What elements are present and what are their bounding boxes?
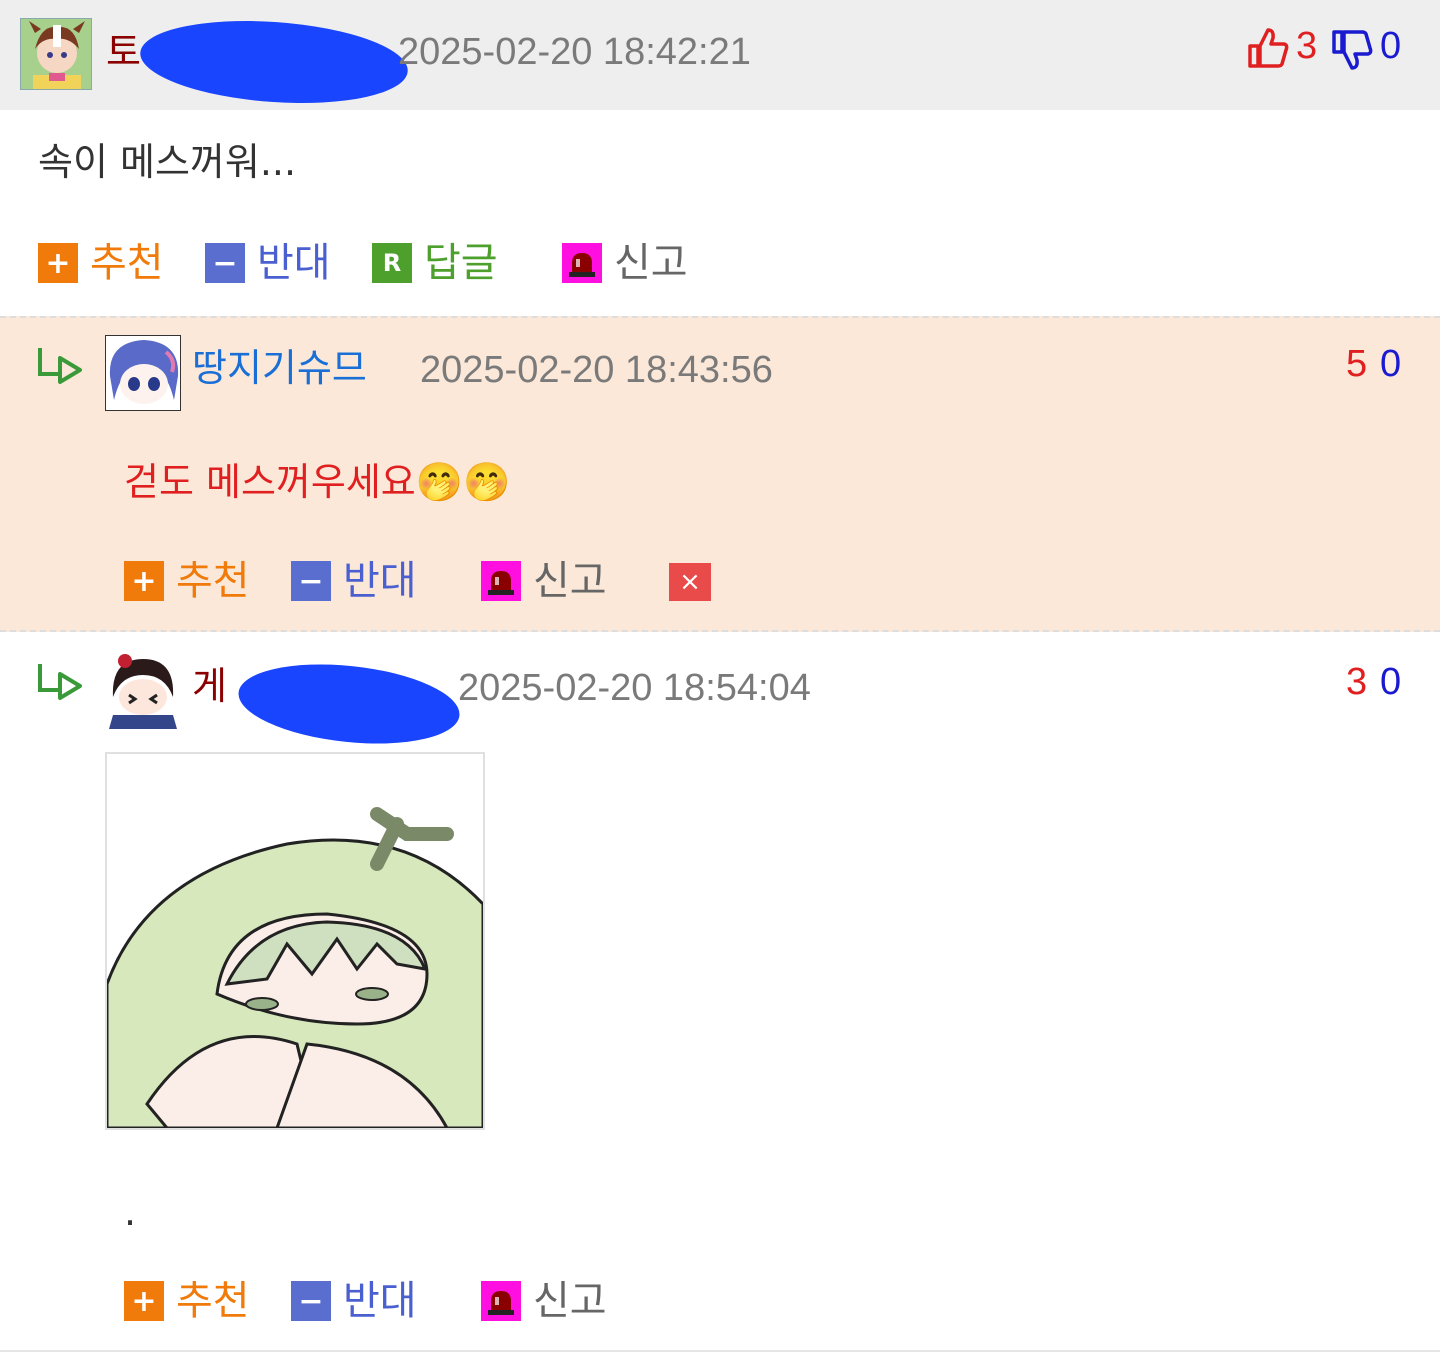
reply-arrow-icon: [36, 344, 86, 394]
minus-icon: −: [205, 243, 245, 283]
report-label: 신고: [533, 1278, 607, 1324]
recommend-label: 추천: [90, 240, 164, 286]
comment-timestamp: 2025-02-20 18:54:04: [458, 667, 811, 709]
thumbs-down-icon[interactable]: [1330, 28, 1374, 72]
report-label: 신고: [614, 240, 688, 286]
minus-icon: −: [291, 1281, 331, 1321]
minus-icon: −: [291, 561, 331, 601]
recommend-button[interactable]: + 추천: [124, 1276, 250, 1326]
oppose-button[interactable]: − 반대: [205, 238, 331, 288]
comment-text: .: [124, 1190, 137, 1234]
oppose-button[interactable]: − 반대: [291, 556, 417, 606]
upvote-count: 5: [1346, 343, 1368, 385]
comment-timestamp: 2025-02-20 18:43:56: [420, 349, 773, 391]
divider: [0, 1350, 1440, 1352]
plus-icon: +: [38, 243, 78, 283]
avatar-image: [105, 653, 181, 729]
oppose-label: 반대: [343, 558, 417, 604]
oppose-button[interactable]: − 반대: [291, 1276, 417, 1326]
report-label: 신고: [533, 558, 607, 604]
delete-button[interactable]: ×: [669, 563, 711, 601]
comment-text: 걷도 메스꺼우세요🤭🤭: [124, 460, 511, 504]
avatar-image: [21, 19, 91, 89]
siren-icon: [562, 243, 602, 283]
user-avatar[interactable]: [105, 653, 181, 729]
user-avatar[interactable]: [20, 18, 92, 90]
sticker-image: [105, 752, 485, 1130]
downvote-count: 0: [1380, 343, 1402, 385]
plus-icon: +: [124, 1281, 164, 1321]
author-name[interactable]: 게: [192, 664, 227, 708]
report-button[interactable]: 신고: [481, 1276, 607, 1326]
siren-icon: [481, 561, 521, 601]
upvote-count: 3: [1296, 25, 1318, 67]
siren-icon: [481, 1281, 521, 1321]
comment-text: 속이 메스꺼워...: [38, 140, 297, 184]
recommend-label: 추천: [176, 1278, 250, 1324]
reply-button[interactable]: R 답글: [372, 238, 498, 288]
downvote-count: 0: [1380, 25, 1402, 67]
user-avatar[interactable]: [105, 335, 181, 411]
report-button[interactable]: 신고: [562, 238, 688, 288]
redaction-mark: [234, 654, 464, 754]
recommend-label: 추천: [176, 558, 250, 604]
upvote-count: 3: [1346, 661, 1368, 703]
recommend-button[interactable]: + 추천: [38, 238, 164, 288]
thumbs-up-icon[interactable]: [1246, 26, 1290, 70]
reply-arrow-icon: [36, 660, 86, 710]
oppose-label: 반대: [343, 1278, 417, 1324]
author-name[interactable]: 토: [106, 30, 141, 74]
report-button[interactable]: 신고: [481, 556, 607, 606]
reply-r-icon: R: [372, 243, 412, 283]
author-name[interactable]: 땅지기슈므: [192, 346, 367, 390]
reply-label: 답글: [424, 240, 498, 286]
oppose-label: 반대: [257, 240, 331, 286]
comment-timestamp: 2025-02-20 18:42:21: [398, 31, 751, 73]
recommend-button[interactable]: + 추천: [124, 556, 250, 606]
plus-icon: +: [124, 561, 164, 601]
avatar-image: [106, 336, 180, 410]
downvote-count: 0: [1380, 661, 1402, 703]
